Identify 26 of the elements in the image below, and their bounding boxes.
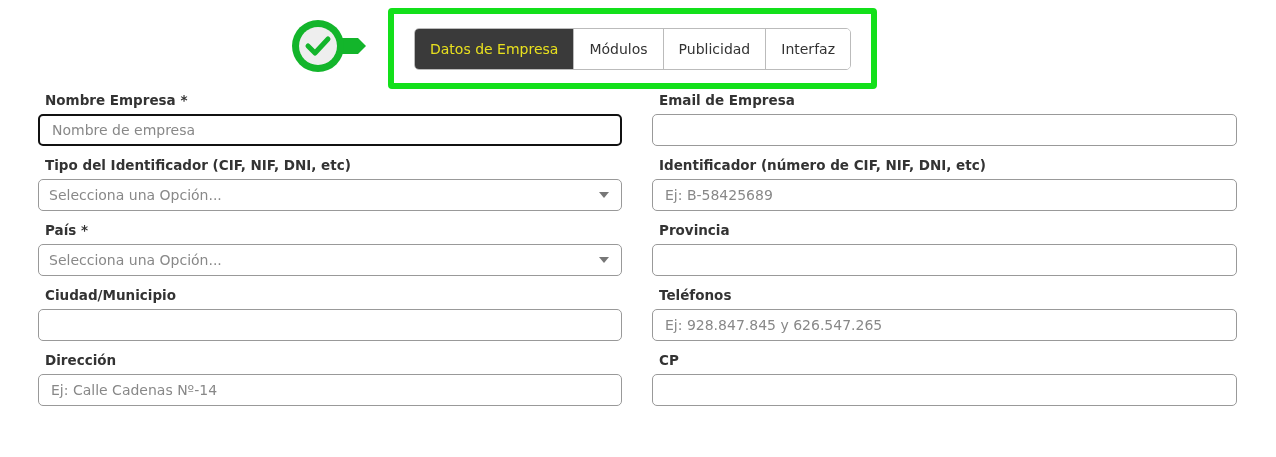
caret-icon xyxy=(599,192,609,198)
field-label: Nombre Empresa * xyxy=(44,91,189,110)
tab[interactable]: Datos de Empresa xyxy=(415,29,574,69)
tab[interactable]: Interfaz xyxy=(765,29,850,69)
field-label: CP xyxy=(658,351,680,370)
field-label: Dirección xyxy=(44,351,118,370)
input-field[interactable] xyxy=(38,309,622,341)
input-field[interactable] xyxy=(652,374,1237,406)
field-label: Ciudad/Municipio xyxy=(44,286,177,305)
input-field[interactable]: Ej: B-58425689 xyxy=(652,179,1237,211)
field-label: Provincia xyxy=(658,221,731,240)
input-field[interactable]: Ej: Calle Cadenas Nº-14 xyxy=(38,374,622,406)
field-label: Identificador (número de CIF, NIF, DNI, etc) xyxy=(658,156,987,175)
select-field[interactable]: Selecciona una Opción... xyxy=(38,244,622,276)
input-field[interactable] xyxy=(652,244,1237,276)
field-label: Tipo del Identificador (CIF, NIF, DNI, etc) xyxy=(44,156,352,175)
placeholder-text: Selecciona una Opción... xyxy=(49,250,222,270)
input-field[interactable]: Ej: 928.847.845 y 626.547.265 xyxy=(652,309,1237,341)
field-label: País * xyxy=(44,221,90,240)
input-field[interactable]: Nombre de empresa xyxy=(38,114,622,146)
field-label: Email de Empresa xyxy=(658,91,796,110)
placeholder-text: Selecciona una Opción... xyxy=(49,185,222,205)
select-field[interactable]: Selecciona una Opción... xyxy=(38,179,622,211)
caret-icon xyxy=(599,257,609,263)
field-label: Teléfonos xyxy=(658,286,733,305)
input-field[interactable] xyxy=(652,114,1237,146)
